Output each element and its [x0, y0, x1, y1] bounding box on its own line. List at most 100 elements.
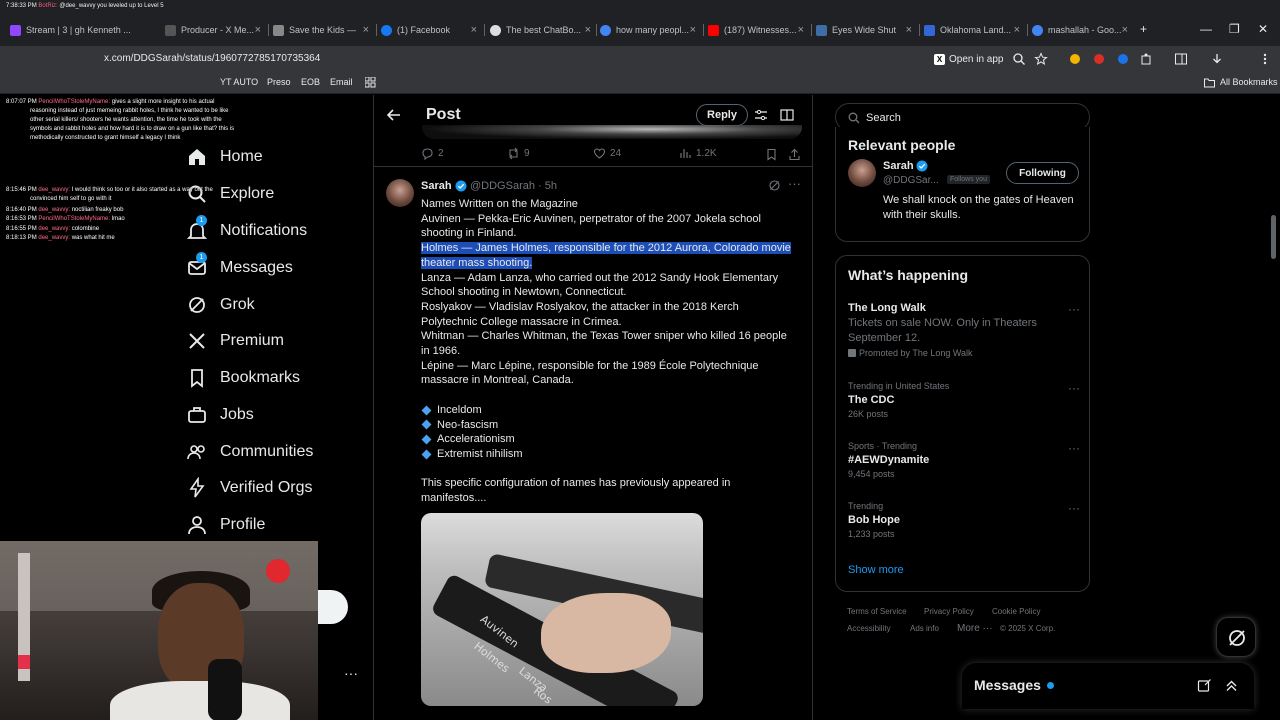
- nav-jobs[interactable]: Jobs: [186, 401, 254, 429]
- browser-tab[interactable]: mashallah - Goo... ×: [1032, 20, 1132, 40]
- messages-drawer[interactable]: Messages: [962, 663, 1254, 709]
- footer-link[interactable]: Accessibility: [847, 624, 891, 633]
- person-bio: We shall knock on the gates of Heaven wi…: [883, 194, 1074, 221]
- nav-messages[interactable]: 1 Messages: [186, 252, 293, 282]
- reply-action[interactable]: 2: [421, 147, 444, 160]
- reply-button[interactable]: Reply: [696, 104, 748, 126]
- url-field[interactable]: x.com/DDGSarah/status/196077278517073536…: [104, 53, 320, 64]
- extension-icon[interactable]: [1068, 52, 1082, 66]
- avatar[interactable]: [848, 159, 876, 187]
- footer-link[interactable]: Privacy Policy: [924, 607, 974, 616]
- post-column: Post Reply 2 9 24 1.2K Sarah @DDGSarah ·…: [373, 95, 813, 720]
- back-arrow-icon[interactable]: [386, 107, 402, 123]
- browser-tab[interactable]: Stream | 3 | gh Kenneth ...: [10, 20, 160, 40]
- browser-tab[interactable]: (1) Facebook ×: [381, 20, 481, 40]
- nav-premium[interactable]: Premium: [186, 327, 284, 355]
- like-action[interactable]: 24: [593, 147, 621, 160]
- grok-explain-icon[interactable]: [768, 179, 781, 192]
- reader-icon[interactable]: [780, 108, 794, 122]
- footer-link[interactable]: Terms of Service: [847, 607, 907, 616]
- sidebar-icon[interactable]: [1174, 52, 1188, 66]
- downloads-icon[interactable]: [1210, 52, 1224, 66]
- close-window-icon[interactable]: ✕: [1258, 22, 1268, 36]
- menu-icon[interactable]: [1258, 52, 1272, 66]
- open-in-app-button[interactable]: X Open in app: [934, 51, 1004, 67]
- nav-bookmarks[interactable]: Bookmarks: [186, 364, 300, 392]
- browser-tab[interactable]: Producer - X Me... ×: [165, 20, 265, 40]
- browser-tab[interactable]: Save the Kids — ×: [273, 20, 373, 40]
- footer-more[interactable]: More ···: [957, 623, 993, 634]
- extension-icon[interactable]: [1092, 52, 1106, 66]
- nav-explore[interactable]: Explore: [186, 180, 274, 208]
- nav-grok[interactable]: Grok: [186, 291, 255, 319]
- minimize-icon[interactable]: —: [1200, 22, 1212, 36]
- person-handle[interactable]: @DDGSar...: [883, 175, 939, 186]
- star-icon[interactable]: [1034, 52, 1048, 66]
- tweet-image[interactable]: Auvinen Holmes Lanza Ros: [421, 513, 703, 706]
- views-action[interactable]: 1.2K: [679, 147, 717, 160]
- new-message-icon[interactable]: [1197, 678, 1212, 693]
- copyright: © 2025 X Corp.: [1000, 624, 1056, 633]
- footer-link[interactable]: Ads info: [910, 624, 939, 633]
- zoom-icon[interactable]: [1012, 52, 1026, 66]
- author-name[interactable]: Sarah: [421, 180, 452, 192]
- expand-icon[interactable]: [1224, 678, 1239, 693]
- nav-profile[interactable]: Profile: [186, 511, 265, 539]
- apps-grid-icon[interactable]: [365, 77, 376, 88]
- close-tab-icon[interactable]: ×: [906, 24, 912, 36]
- browser-tab[interactable]: (187) Witnesses... ×: [708, 20, 808, 40]
- trend-item[interactable]: The Long Walk Tickets on sale NOW. Only …: [848, 302, 1080, 358]
- more-options-icon[interactable]: ···: [788, 176, 801, 191]
- nav-home[interactable]: Home: [186, 143, 263, 171]
- close-tab-icon[interactable]: ×: [1122, 24, 1128, 36]
- promoted-label: Promoted by The Long Walk: [859, 348, 973, 358]
- extension-icon[interactable]: [1116, 52, 1130, 66]
- all-bookmarks[interactable]: All Bookmarks: [1220, 77, 1278, 87]
- trend-more-icon[interactable]: ···: [1068, 441, 1080, 455]
- footer-link[interactable]: Cookie Policy: [992, 607, 1040, 616]
- repost-action[interactable]: 9: [507, 147, 530, 160]
- browser-tab[interactable]: Oklahoma Land... ×: [924, 20, 1024, 40]
- close-tab-icon[interactable]: ×: [798, 24, 804, 36]
- following-button[interactable]: Following: [1006, 162, 1079, 184]
- bookmark-email[interactable]: Email: [330, 77, 353, 87]
- show-more-link[interactable]: Show more: [848, 564, 904, 576]
- bookmark-eob[interactable]: EOB: [301, 77, 320, 87]
- trend-item[interactable]: Sports · Trending #AEWDynamite 9,454 pos…: [848, 441, 1080, 479]
- share-icon[interactable]: [788, 148, 801, 161]
- close-tab-icon[interactable]: ×: [690, 24, 696, 36]
- close-tab-icon[interactable]: ×: [585, 24, 591, 36]
- filter-icon[interactable]: [754, 108, 768, 122]
- nav-verified-orgs[interactable]: Verified Orgs: [186, 474, 312, 502]
- puzzle-icon[interactable]: [1140, 52, 1154, 66]
- avatar[interactable]: [386, 179, 414, 207]
- bookmark-preso[interactable]: Preso: [267, 77, 291, 87]
- bookmark-yt-auto[interactable]: YT AUTO: [220, 77, 258, 87]
- trend-more-icon[interactable]: ···: [1068, 381, 1080, 395]
- webcam-overlay: [0, 541, 318, 720]
- bookmark-icon[interactable]: [765, 148, 778, 161]
- browser-tab[interactable]: how many peopl... ×: [600, 20, 700, 40]
- post-button[interactable]: [318, 590, 348, 624]
- tweet-line: manifestos....: [421, 492, 487, 505]
- browser-tab[interactable]: The best ChatBo... ×: [490, 20, 595, 40]
- trend-item[interactable]: Trending in United States The CDC 26K po…: [848, 381, 1080, 419]
- person-name[interactable]: Sarah: [883, 160, 914, 172]
- trend-more-icon[interactable]: ···: [1068, 501, 1080, 515]
- page-scrollbar[interactable]: [1271, 215, 1276, 259]
- close-tab-icon[interactable]: ×: [1014, 24, 1020, 36]
- nav-communities[interactable]: Communities: [186, 438, 313, 466]
- trend-item[interactable]: Trending Bob Hope 1,233 posts ···: [848, 501, 1080, 539]
- author-handle[interactable]: @DDGSarah · 5h: [470, 180, 557, 192]
- trend-more-icon[interactable]: ···: [1068, 302, 1080, 316]
- nav-notifications[interactable]: 1 Notifications: [186, 215, 307, 245]
- close-tab-icon[interactable]: ×: [255, 24, 261, 36]
- close-tab-icon[interactable]: ×: [471, 24, 477, 36]
- browser-tab[interactable]: Eyes Wide Shut ×: [816, 20, 916, 40]
- close-tab-icon[interactable]: ×: [363, 24, 369, 36]
- page-icon: [816, 24, 827, 36]
- account-more-icon[interactable]: ···: [344, 665, 358, 681]
- grok-button[interactable]: [1216, 617, 1256, 657]
- new-tab-icon[interactable]: +: [1140, 22, 1147, 36]
- maximize-icon[interactable]: ❐: [1229, 22, 1240, 36]
